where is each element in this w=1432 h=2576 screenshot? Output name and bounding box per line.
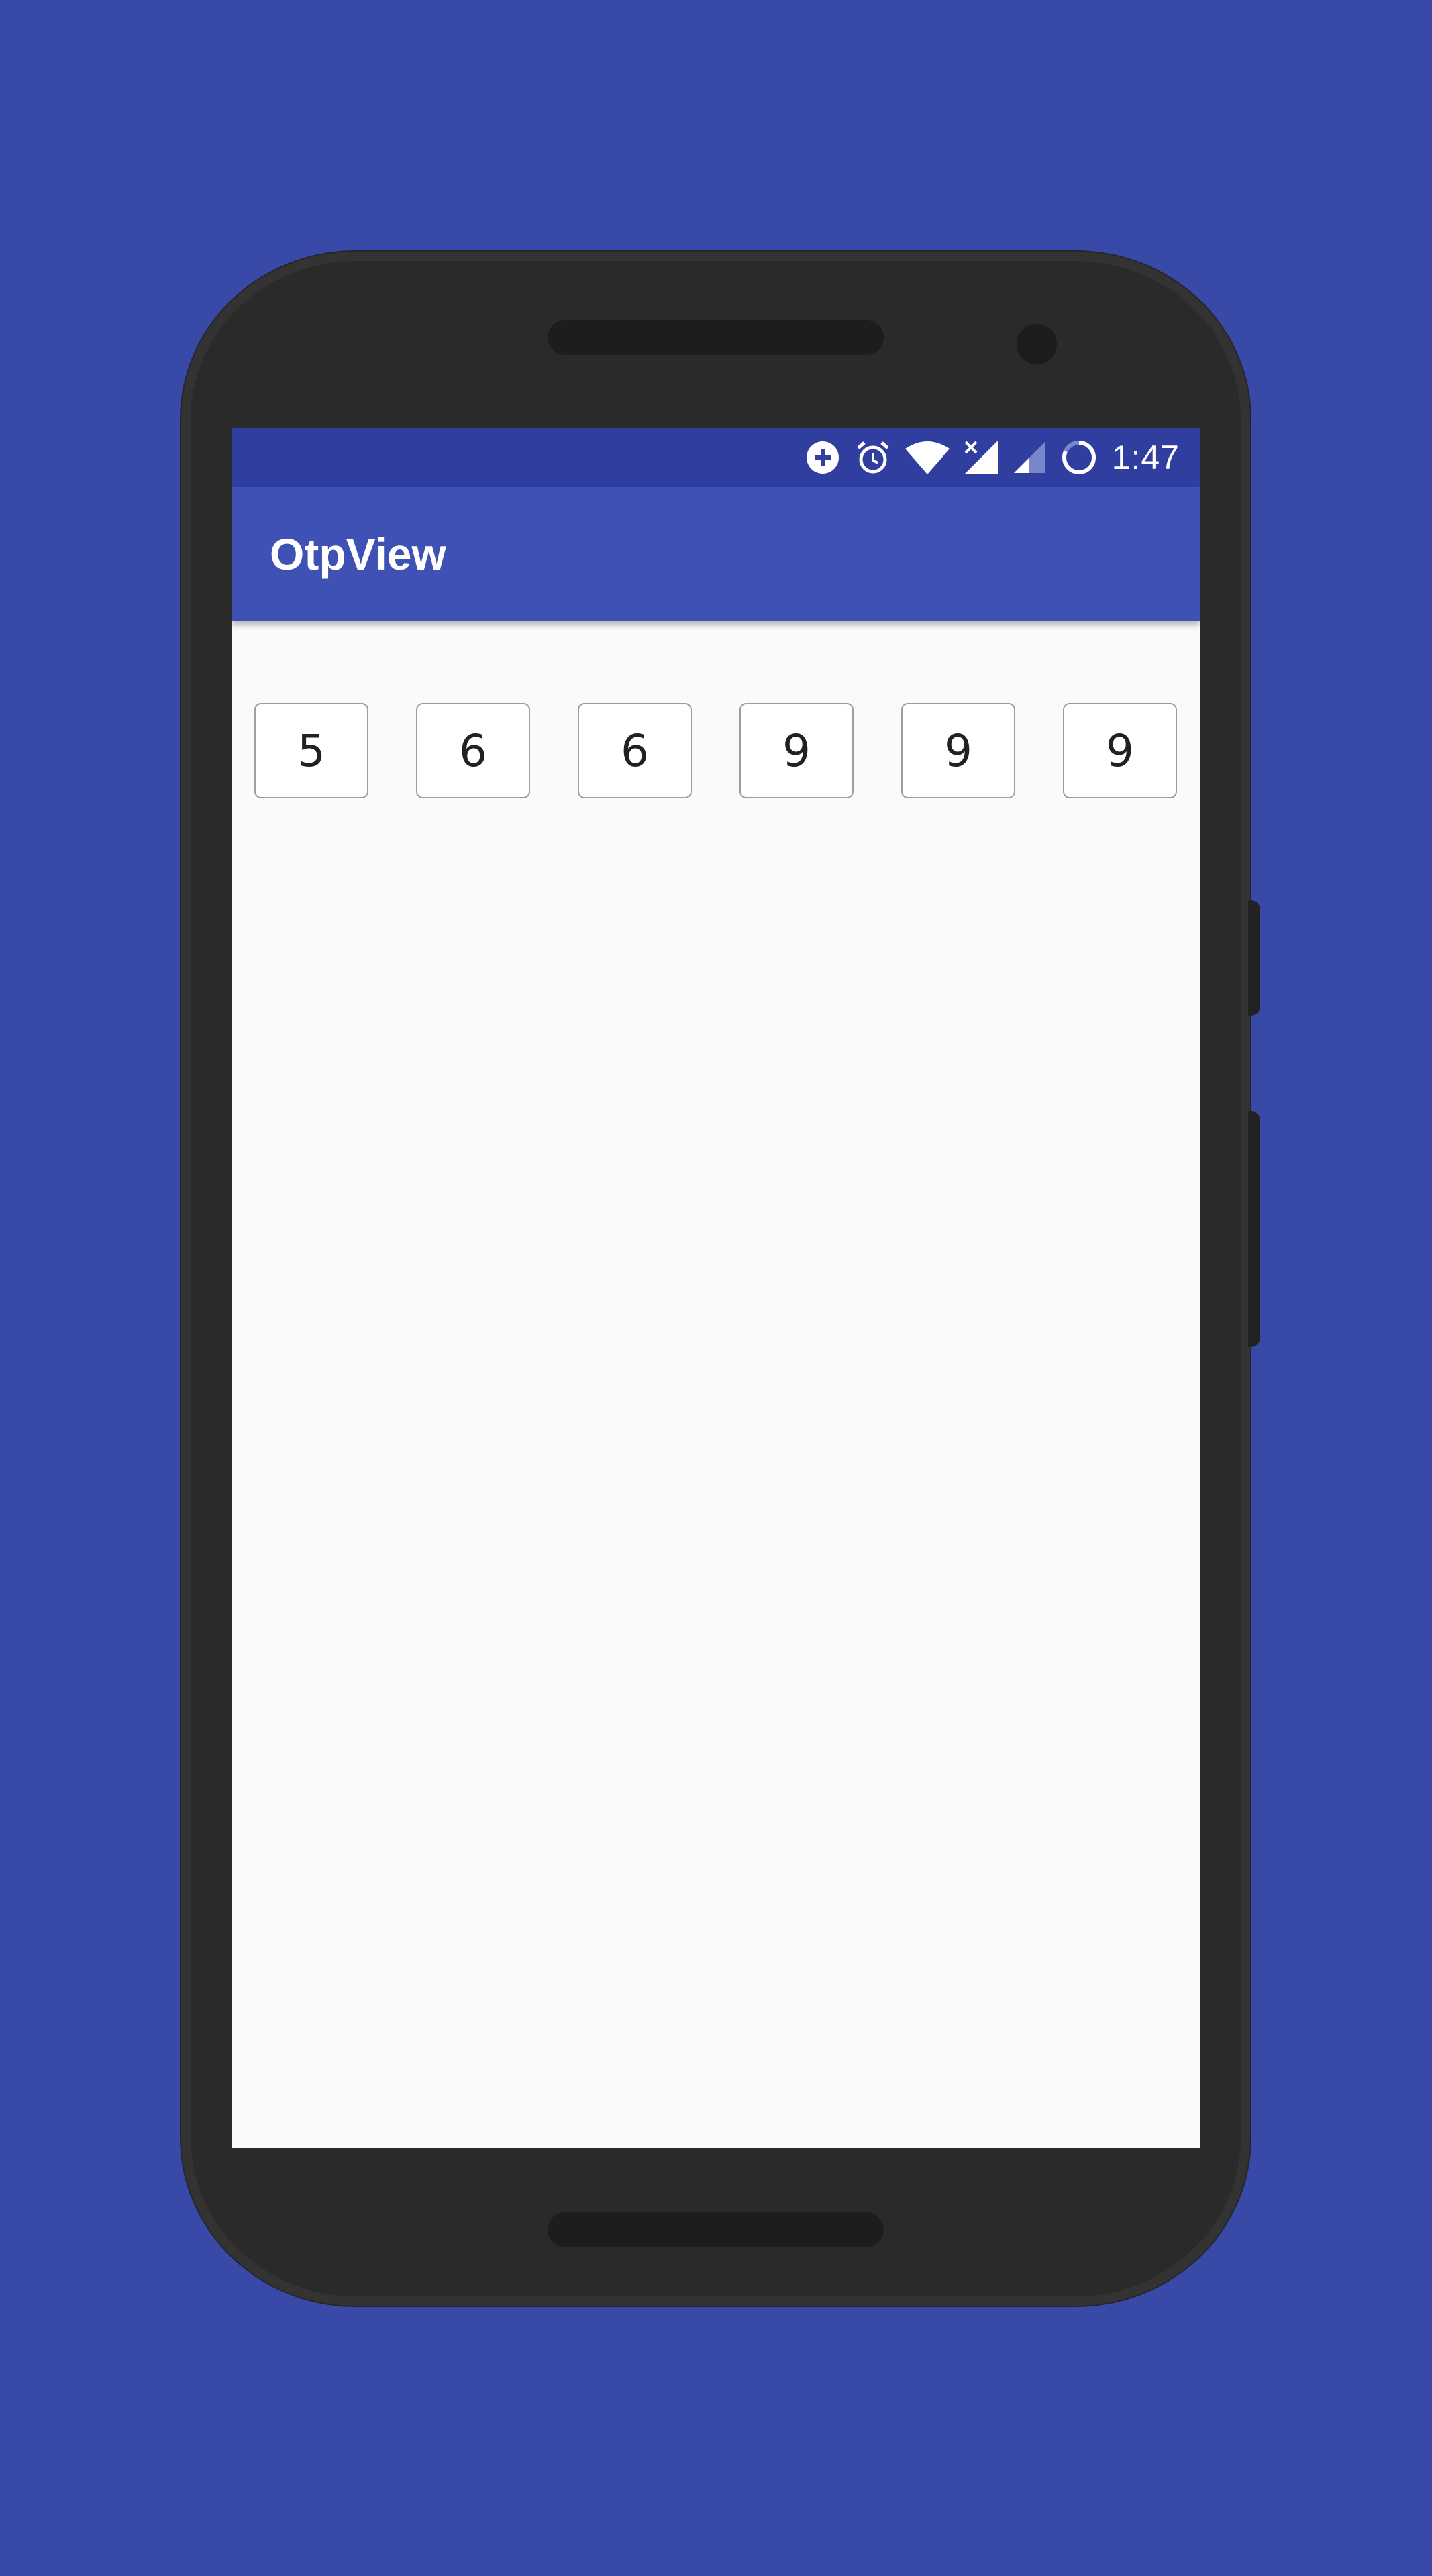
otp-digit-box-3[interactable]: 6 <box>578 703 692 798</box>
signal-no-sim-icon <box>963 439 999 476</box>
earpiece-speaker <box>548 320 884 355</box>
otp-digit-box-5[interactable]: 9 <box>901 703 1015 798</box>
front-camera <box>1017 324 1057 364</box>
otp-digit-box-4[interactable]: 9 <box>739 703 854 798</box>
volume-button <box>1248 1111 1260 1347</box>
status-icons: 1:47 <box>805 428 1180 487</box>
otp-digit-box-6[interactable]: 9 <box>1063 703 1177 798</box>
alarm-icon <box>854 439 892 476</box>
bottom-speaker <box>548 2212 884 2247</box>
otp-digit-box-2[interactable]: 6 <box>416 703 530 798</box>
status-clock: 1:47 <box>1111 439 1180 476</box>
app-screen: 1:47 OtpView 5 6 6 9 9 9 <box>232 428 1200 2148</box>
battery-charging-icon <box>1060 438 1098 477</box>
app-bar: OtpView <box>232 487 1200 621</box>
wifi-icon <box>905 441 950 474</box>
signal-weak-icon <box>1013 441 1046 474</box>
otp-view: 5 6 6 9 9 9 <box>254 703 1178 800</box>
otp-digit-box-1[interactable]: 5 <box>254 703 368 798</box>
status-bar: 1:47 <box>232 428 1200 487</box>
power-button <box>1248 900 1260 1016</box>
app-title: OtpView <box>270 529 446 579</box>
data-saver-icon <box>805 439 841 476</box>
